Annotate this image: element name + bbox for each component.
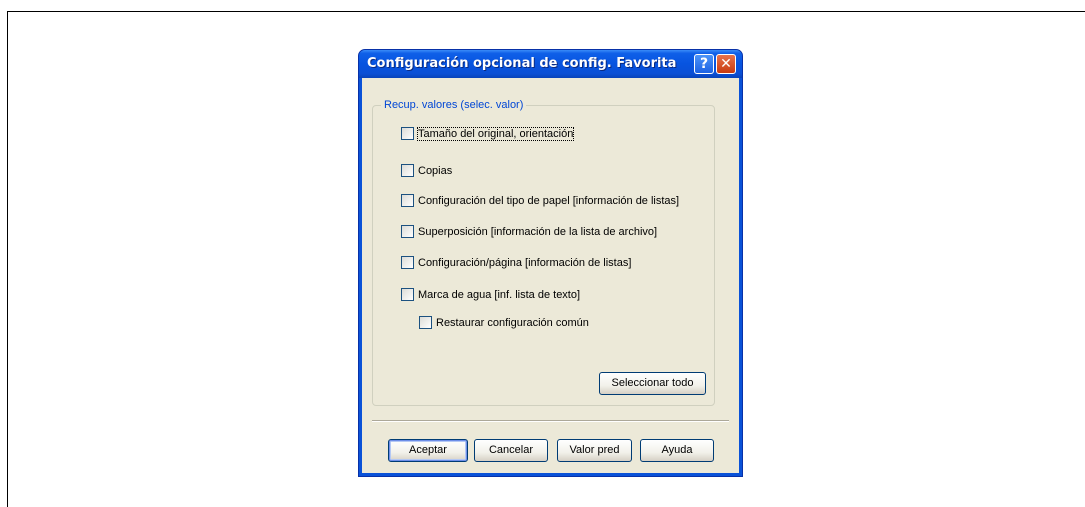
- checkbox-label: Superposición [información de la lista d…: [418, 225, 658, 238]
- checkbox-paper-type[interactable]: Configuración del tipo de papel [informa…: [401, 194, 679, 207]
- cancel-button[interactable]: Cancelar: [474, 439, 548, 462]
- checkbox-label: Copias: [418, 164, 453, 177]
- checkbox-watermark[interactable]: Marca de agua [inf. lista de texto]: [401, 288, 580, 301]
- checkbox-label: Configuración del tipo de papel [informa…: [418, 194, 680, 207]
- checkbox-label: Marca de agua [inf. lista de texto]: [418, 288, 581, 301]
- ok-button[interactable]: Aceptar: [388, 439, 468, 462]
- help-icon[interactable]: ?: [694, 54, 714, 74]
- close-icon[interactable]: ✕: [716, 54, 736, 74]
- checkbox-overlay[interactable]: Superposición [información de la lista d…: [401, 225, 657, 238]
- checkbox-box[interactable]: [401, 288, 414, 301]
- checkbox-copies[interactable]: Copias: [401, 164, 452, 177]
- title-bar[interactable]: Configuración opcional de config. Favori…: [359, 50, 742, 78]
- checkbox-box[interactable]: [401, 225, 414, 238]
- checkbox-label: Tamaño del original, orientación: [416, 126, 575, 141]
- default-values-button[interactable]: Valor pred: [557, 439, 632, 462]
- checkbox-original-size-orientation[interactable]: Tamaño del original, orientación: [401, 126, 575, 141]
- group-legend: Recup. valores (selec. valor): [381, 99, 527, 111]
- select-all-button[interactable]: Seleccionar todo: [599, 372, 706, 395]
- checkbox-page-setup[interactable]: Configuración/página [información de lis…: [401, 256, 631, 269]
- dialog-client-area: Recup. valores (selec. valor) Tamaño del…: [362, 78, 739, 473]
- dialog-window: Configuración opcional de config. Favori…: [358, 49, 743, 477]
- recall-values-group: Recup. valores (selec. valor) Tamaño del…: [372, 99, 715, 406]
- checkbox-label: Configuración/página [información de lis…: [418, 256, 632, 269]
- checkbox-box[interactable]: [401, 164, 414, 177]
- checkbox-box[interactable]: [401, 127, 414, 140]
- checkbox-box[interactable]: [401, 194, 414, 207]
- dialog-title: Configuración opcional de config. Favori…: [367, 56, 677, 71]
- checkbox-restore-common-settings[interactable]: Restaurar configuración común: [419, 316, 589, 329]
- checkbox-box[interactable]: [401, 256, 414, 269]
- help-button[interactable]: Ayuda: [640, 439, 714, 462]
- separator: [372, 420, 729, 422]
- checkbox-label: Restaurar configuración común: [436, 316, 589, 329]
- checkbox-box[interactable]: [419, 316, 432, 329]
